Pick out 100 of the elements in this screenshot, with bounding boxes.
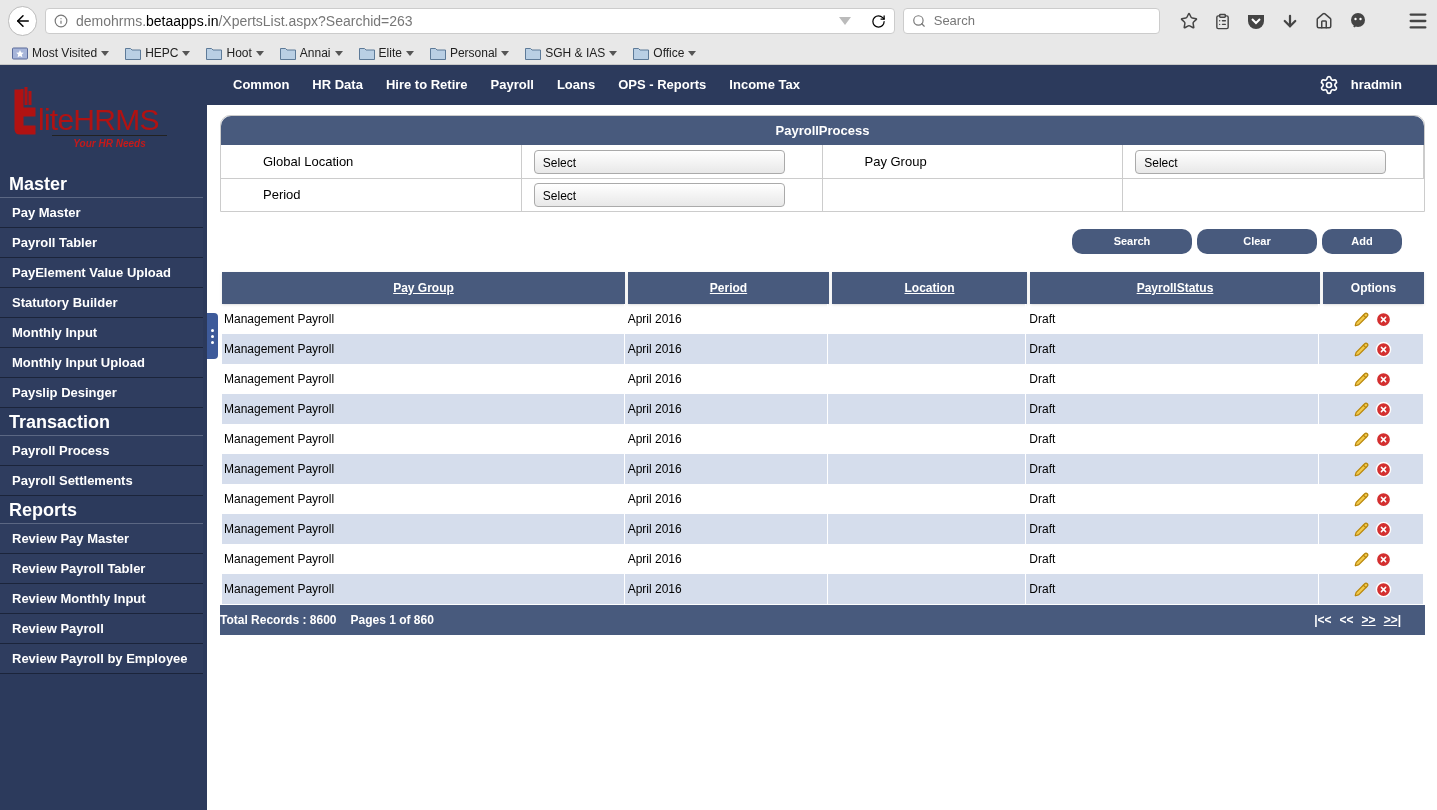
bookmark-folder[interactable]: Annai [279,44,343,62]
table-cell-text: Management Payroll [224,431,335,448]
bookmark-star-icon[interactable] [1180,12,1198,30]
table-cell-text: Management Payroll [224,581,335,598]
menu-icon[interactable] [1407,10,1429,32]
table-cell-text: Management Payroll [224,371,335,388]
table-cell-text: April 2016 [627,551,682,568]
edit-icon[interactable] [1353,551,1369,567]
caret-icon [688,50,697,56]
delete-icon[interactable] [1374,340,1392,358]
reading-list-icon[interactable] [1214,12,1231,30]
chat-icon[interactable] [1349,12,1367,30]
select-dropdown[interactable]: Select [533,183,785,207]
table-cell-text: April 2016 [627,341,682,358]
field-label: Period [263,186,301,205]
table-cell-text: Draft [1029,461,1056,478]
pager-link[interactable]: >>| [1383,611,1401,629]
column-header[interactable]: Pay Group [222,272,625,304]
delete-icon[interactable] [1374,520,1392,538]
delete-icon[interactable] [1374,370,1392,388]
reload-icon[interactable] [870,13,886,29]
url-text: demohrms.betaapps.in/XpertsList.aspx?Searchid=263 [76,11,414,31]
address-bar[interactable]: demohrms.betaapps.in/XpertsList.aspx?Searchid=263 [45,8,895,34]
back-button[interactable] [8,6,37,36]
edit-icon[interactable] [1353,491,1369,507]
delete-icon[interactable] [1374,310,1392,328]
nav-link[interactable]: Income Tax [729,75,800,95]
username-link[interactable]: hradmin [1350,75,1402,95]
delete-icon[interactable] [1374,400,1392,418]
folder-icon [206,46,223,60]
hand-letter-icon [12,87,38,135]
sidebar-toggle-tab[interactable] [207,313,218,359]
action-button[interactable]: Clear [1197,229,1317,254]
page-count-text: Pages 1 of 860 [350,612,434,629]
folder-icon [633,46,650,60]
table-cell-text: April 2016 [627,431,682,448]
field-label: Pay Group [864,152,927,171]
nav-link[interactable]: OPS - Reports [618,75,707,95]
column-header[interactable]: Period [628,272,829,304]
edit-icon[interactable] [1353,431,1369,447]
nav-link[interactable]: Payroll [490,75,534,95]
caret-icon [255,50,264,56]
dropdown-icon [838,17,851,25]
delete-icon[interactable] [1374,580,1392,598]
table-cell-text: Management Payroll [224,341,335,358]
settings-icon[interactable] [1318,75,1339,95]
search-icon [911,14,926,28]
nav-link[interactable]: HR Data [312,75,363,95]
edit-icon[interactable] [1353,371,1369,387]
pager-link: |<< [1314,612,1332,629]
delete-icon[interactable] [1374,550,1392,568]
table-cell-text: Management Payroll [224,311,335,328]
table-cell-text: April 2016 [627,311,682,328]
table-cell-text: April 2016 [627,521,682,538]
total-records-text: Total Records : 8600 [220,612,337,629]
home-icon[interactable] [1315,12,1333,30]
caret-icon [609,50,618,56]
table-cell-text: Draft [1029,311,1056,328]
caret-icon [334,50,343,56]
bookmark-folder[interactable]: Office [633,44,697,62]
bookmark-folder[interactable]: Personal [429,44,510,62]
table-cell-text: April 2016 [627,371,682,388]
delete-icon[interactable] [1374,490,1392,508]
bookmark-folder[interactable]: Hoot [206,44,264,62]
delete-icon[interactable] [1374,460,1392,478]
edit-icon[interactable] [1353,311,1369,327]
table-cell-text: Draft [1029,401,1056,418]
panel-title: PayrollProcess [221,116,1424,145]
nav-link[interactable]: Common [233,75,290,95]
delete-icon[interactable] [1374,430,1392,448]
table-cell-text: Draft [1029,521,1056,538]
bookmark-folder[interactable]: HEPC [125,44,191,62]
action-button[interactable]: Search [1072,229,1192,254]
action-button[interactable]: Add [1322,229,1402,254]
bookmark-folder[interactable]: SGH & IAS [525,44,618,62]
bookmark-folder[interactable]: Elite [358,44,414,62]
table-cell-text: April 2016 [627,401,682,418]
nav-link[interactable]: Hire to Retire [385,75,468,95]
caret-icon [405,50,414,56]
column-header[interactable]: PayrollStatus [1030,272,1320,304]
field-label: Global Location [263,152,354,171]
download-icon[interactable] [1281,12,1299,30]
folder-icon [279,46,296,60]
nav-link[interactable]: Loans [556,75,596,95]
column-header[interactable]: Location [832,272,1027,304]
table-cell-text: Draft [1029,431,1056,448]
search-field[interactable]: Search [902,8,1160,34]
select-dropdown[interactable]: Select [1135,149,1387,174]
folder-icon [429,46,446,60]
table-cell-text: April 2016 [627,461,682,478]
pager-link[interactable]: >> [1361,611,1376,629]
logo: liteHRMS [12,87,207,135]
table-cell-text: Management Payroll [224,401,335,418]
select-dropdown[interactable]: Select [533,149,785,174]
pocket-icon[interactable] [1247,13,1265,29]
table-cell-text: April 2016 [627,491,682,508]
column-header: Options [1323,272,1424,304]
caret-icon [501,50,510,56]
bookmark-folder[interactable]: Most Visited [12,44,110,62]
folder-icon [525,46,542,60]
